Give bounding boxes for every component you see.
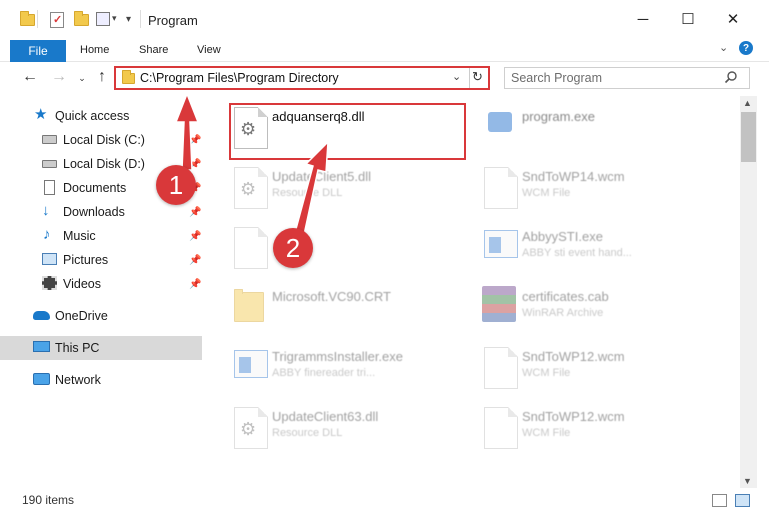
step-1-badge: 1 bbox=[156, 165, 196, 205]
annotation-arrows bbox=[174, 91, 329, 246]
arrow-1 bbox=[174, 91, 200, 171]
step-2-badge: 2 bbox=[273, 228, 313, 268]
